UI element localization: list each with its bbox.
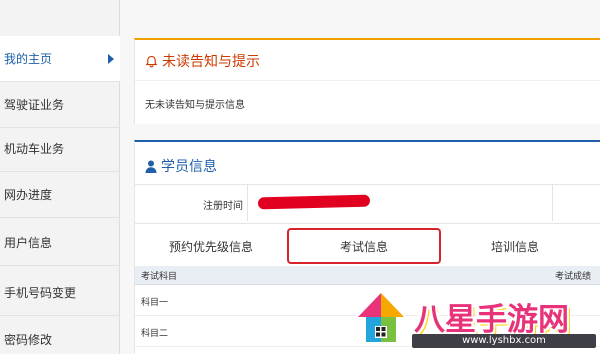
bell-icon bbox=[145, 55, 158, 67]
info-tabs: 预约优先级信息 考试信息 培训信息 bbox=[135, 228, 600, 266]
registration-label: 注册时间 bbox=[203, 201, 243, 212]
tab-priority[interactable]: 预约优先级信息 bbox=[149, 228, 273, 264]
table-cell-subject: 科目一 bbox=[141, 298, 169, 308]
sidebar-item-label: 用户信息 bbox=[4, 236, 53, 250]
sidebar-item-progress[interactable]: 网办进度 bbox=[0, 172, 120, 218]
notice-title-text: 未读告知与提示 bbox=[162, 54, 260, 70]
sidebar-item-password[interactable]: 密码修改 bbox=[0, 316, 120, 362]
sidebar-item-label: 我的主页 bbox=[4, 52, 53, 66]
column-header-score: 考试成绩 bbox=[555, 272, 592, 282]
sidebar-item-user-info[interactable]: 用户信息 bbox=[0, 220, 120, 266]
exam-table-header: 考试科目 考试成绩 bbox=[135, 266, 600, 285]
watermark-url: www.lyshbx.com bbox=[412, 334, 596, 348]
sidebar-item-license[interactable]: 驾驶证业务 bbox=[0, 82, 120, 128]
sidebar-item-label: 网办进度 bbox=[4, 188, 53, 202]
house-logo-icon bbox=[354, 290, 408, 344]
notice-panel: 未读告知与提示 无未读告知与提示信息 bbox=[134, 38, 600, 124]
chevron-right-icon bbox=[108, 53, 114, 64]
watermark-brand: 八星手游网 bbox=[414, 302, 569, 338]
tab-training[interactable]: 培训信息 bbox=[453, 228, 577, 264]
notice-title: 未读告知与提示 bbox=[145, 51, 260, 71]
watermark: 八星手游网 www.lyshbx.com bbox=[350, 286, 600, 354]
tab-label: 预约优先级信息 bbox=[168, 239, 253, 254]
sidebar-item-label: 手机号码变更 bbox=[4, 286, 77, 300]
sidebar-item-label: 密码修改 bbox=[4, 332, 53, 347]
student-title-text: 学员信息 bbox=[161, 159, 217, 175]
registration-row: 注册时间 bbox=[135, 184, 600, 224]
registration-value bbox=[247, 185, 553, 221]
divider bbox=[135, 80, 600, 81]
column-header-subject: 考试科目 bbox=[141, 272, 178, 282]
student-title: 学员信息 bbox=[145, 156, 217, 176]
notice-message: 无未读告知与提示信息 bbox=[145, 100, 245, 111]
user-icon bbox=[145, 160, 157, 173]
sidebar: 我的主页 驾驶证业务 机动车业务 网办进度 用户信息 手机号码变更 密码修改 bbox=[0, 0, 120, 354]
table-cell-subject: 科目二 bbox=[141, 329, 169, 339]
sidebar-item-home[interactable]: 我的主页 bbox=[0, 36, 120, 82]
sidebar-item-phone-change[interactable]: 手机号码变更 bbox=[0, 270, 120, 316]
tab-label: 培训信息 bbox=[490, 239, 539, 254]
sidebar-item-vehicle[interactable]: 机动车业务 bbox=[0, 126, 120, 172]
sidebar-item-label: 机动车业务 bbox=[4, 142, 65, 156]
tab-label: 考试信息 bbox=[339, 239, 388, 254]
sidebar-item-label: 驾驶证业务 bbox=[4, 98, 65, 112]
tab-exam[interactable]: 考试信息 bbox=[287, 228, 441, 264]
redaction-mark bbox=[257, 194, 371, 210]
